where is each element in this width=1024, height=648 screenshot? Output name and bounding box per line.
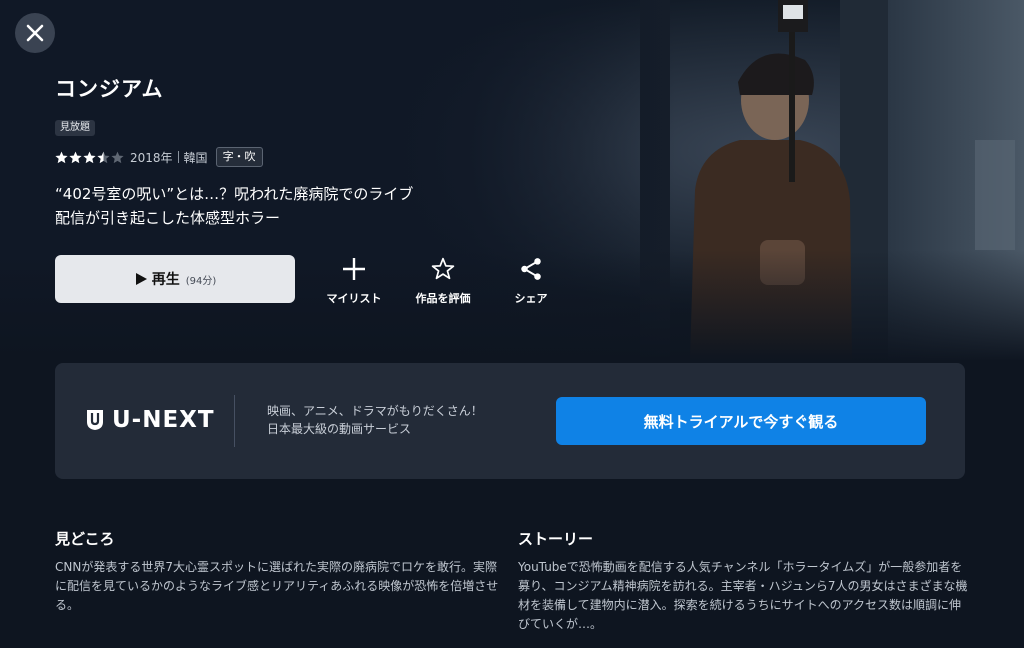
free-trial-button[interactable]: 無料トライアルで今すぐ観る <box>556 397 926 445</box>
rate-button[interactable]: 作品を評価 <box>403 256 483 306</box>
story-section: ストーリー YouTubeで恐怖動画を配信する人気チャンネル「ホラータイムズ」が… <box>518 528 968 634</box>
unext-shield-icon <box>87 410 103 430</box>
highlights-title: 見どころ <box>55 530 115 548</box>
promo-line-1: 映画、アニメ、ドラマがもりだくさん！ <box>267 404 483 418</box>
play-duration: (94分) <box>185 275 217 287</box>
highlights-body: CNNが発表する世界7大心霊スポットに選ばれた実際の廃病院でロケを敢行。実際に配… <box>55 560 499 612</box>
tagline: “402号室の呪い”とは…？呪われた廃病院でのライブ配信が引き起こした体感型ホラ… <box>55 185 414 227</box>
star-half-icon <box>97 151 110 163</box>
star-filled-icon <box>69 151 82 163</box>
play-button[interactable]: 再生 (94分) <box>55 255 295 303</box>
share-button[interactable]: シェア <box>491 256 571 306</box>
story-body: YouTubeで恐怖動画を配信する人気チャンネル「ホラータイムズ」が一般参加者を… <box>518 560 968 631</box>
star-filled-icon <box>83 151 96 163</box>
highlights-section: 見どころ CNNが発表する世界7大心霊スポットに選ばれた実際の廃病院でロケを敢行… <box>55 528 500 615</box>
promo-description: 映画、アニメ、ドラマがもりだくさん！ 日本最大級の動画サービス <box>267 402 483 438</box>
play-label: 再生 <box>151 272 180 288</box>
rating-stars <box>55 151 124 164</box>
star-outline-icon <box>431 257 455 280</box>
promo-banner: U-NEXT 映画、アニメ、ドラマがもりだくさん！ 日本最大級の動画サービス 無… <box>55 363 965 479</box>
star-empty-icon <box>111 151 124 163</box>
rate-label: 作品を評価 <box>415 292 471 305</box>
mylist-label: マイリスト <box>326 292 382 305</box>
meta-row: 2018年 韓国 字・吹 <box>55 147 263 167</box>
story-title: ストーリー <box>518 530 594 548</box>
hero-section <box>0 0 1024 360</box>
country-text: 韓国 <box>183 150 208 165</box>
unext-logo: U-NEXT <box>86 407 215 433</box>
language-badge: 字・吹 <box>215 147 263 167</box>
close-icon <box>26 24 44 42</box>
share-label: シェア <box>514 292 548 305</box>
page-title: コンジアム <box>55 77 164 101</box>
meta-divider <box>177 151 179 163</box>
play-icon <box>135 273 147 285</box>
promo-line-2: 日本最大級の動画サービス <box>267 422 412 436</box>
plus-icon <box>343 258 365 280</box>
promo-divider <box>234 395 235 447</box>
share-icon <box>521 258 541 280</box>
close-button[interactable] <box>15 13 55 53</box>
mylist-button[interactable]: マイリスト <box>314 256 394 306</box>
year-text: 2018年 <box>130 150 173 165</box>
free-badge: 見放題 <box>55 120 95 136</box>
star-filled-icon <box>55 151 68 163</box>
unext-logo-text: U-NEXT <box>112 407 215 433</box>
